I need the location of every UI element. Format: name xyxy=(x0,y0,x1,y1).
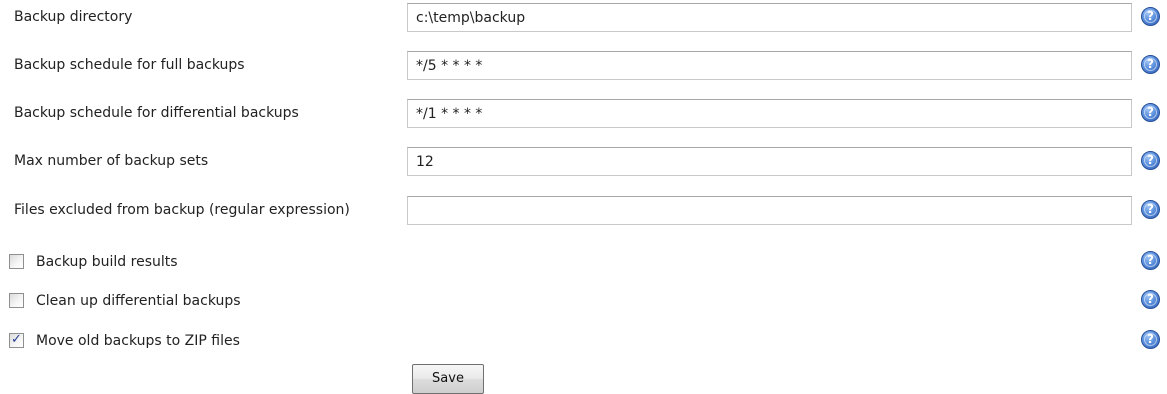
backup-settings-form: Backup directory ? Backup schedule for f… xyxy=(0,0,1167,394)
help-icon[interactable]: ? xyxy=(1141,200,1160,219)
help-icon[interactable]: ? xyxy=(1141,55,1160,74)
backup-directory-input[interactable] xyxy=(407,3,1132,32)
clean-up-differential-checkbox[interactable]: ✓ xyxy=(9,293,24,308)
checkbox-row-clean-up-differential: ✓ Clean up differential backups ? xyxy=(0,289,1167,319)
differential-backup-schedule-label: Backup schedule for differential backups xyxy=(14,105,299,121)
differential-backup-schedule-input[interactable] xyxy=(407,99,1132,128)
field-row-excluded-files: Files excluded from backup (regular expr… xyxy=(0,195,1167,227)
full-backup-schedule-input[interactable] xyxy=(407,51,1132,80)
backup-directory-label: Backup directory xyxy=(14,9,133,25)
field-row-differential-backup-schedule: Backup schedule for differential backups… xyxy=(0,98,1167,130)
clean-up-differential-label: Clean up differential backups xyxy=(36,293,241,309)
max-backup-sets-label: Max number of backup sets xyxy=(14,153,209,169)
move-to-zip-checkbox[interactable]: ✓ xyxy=(9,332,24,348)
help-icon[interactable]: ? xyxy=(1141,7,1160,26)
help-icon[interactable]: ? xyxy=(1141,290,1160,309)
checkbox-row-backup-build-results: ✓ Backup build results ? xyxy=(0,250,1167,280)
backup-build-results-label: Backup build results xyxy=(36,254,178,270)
help-icon[interactable]: ? xyxy=(1141,330,1160,349)
save-button[interactable]: Save xyxy=(412,364,484,394)
max-backup-sets-input[interactable] xyxy=(407,147,1132,176)
checkbox-row-move-to-zip: ✓ Move old backups to ZIP files ? xyxy=(0,329,1167,359)
checkmark-icon: ✓ xyxy=(11,332,22,347)
help-icon[interactable]: ? xyxy=(1141,103,1160,122)
field-row-max-backup-sets: Max number of backup sets ? xyxy=(0,146,1167,178)
help-icon[interactable]: ? xyxy=(1141,151,1160,170)
excluded-files-label: Files excluded from backup (regular expr… xyxy=(14,202,350,218)
backup-build-results-checkbox[interactable]: ✓ xyxy=(9,254,24,269)
field-row-backup-directory: Backup directory ? xyxy=(0,2,1167,34)
help-icon[interactable]: ? xyxy=(1141,251,1160,270)
field-row-full-backup-schedule: Backup schedule for full backups ? xyxy=(0,50,1167,82)
excluded-files-input[interactable] xyxy=(407,196,1132,225)
full-backup-schedule-label: Backup schedule for full backups xyxy=(14,57,245,73)
move-to-zip-label: Move old backups to ZIP files xyxy=(36,333,240,349)
